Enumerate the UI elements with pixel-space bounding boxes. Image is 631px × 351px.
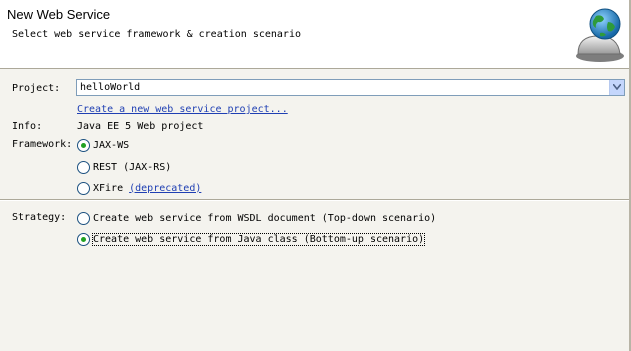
framework-option-label: JAX-WS	[93, 139, 130, 151]
radio-button[interactable]	[77, 211, 90, 225]
framework-label: Framework:	[12, 139, 73, 150]
framework-option-jax-ws[interactable]: JAX-WS	[77, 138, 129, 152]
wizard-content: Project: helloWorld Create a new web ser…	[0, 69, 631, 351]
deprecated-link[interactable]: (deprecated)	[129, 183, 201, 194]
strategy-label: Strategy:	[12, 212, 67, 223]
project-value: helloWorld	[80, 82, 141, 93]
strategy-option-label: Create web service from WSDL document (T…	[93, 212, 437, 224]
framework-option-label: REST (JAX-RS)	[93, 161, 172, 173]
info-value: Java EE 5 Web project	[77, 121, 204, 132]
wizard-description: Select web service framework & creation …	[12, 29, 301, 40]
strategy-option-bottom-up[interactable]: Create web service from Java class (Bott…	[77, 232, 426, 246]
strategy-option-label: Create web service from Java class (Bott…	[91, 232, 426, 246]
project-label: Project:	[12, 83, 61, 94]
wizard-title: New Web Service	[7, 7, 111, 22]
framework-option-label: XFire	[93, 182, 124, 194]
framework-option-xfire[interactable]: XFire (deprecated)	[77, 181, 201, 195]
radio-button[interactable]	[77, 232, 90, 246]
radio-button[interactable]	[77, 160, 90, 174]
chevron-down-icon	[613, 84, 621, 90]
project-combo[interactable]: helloWorld	[76, 79, 625, 96]
globe-bell-icon	[576, 8, 624, 62]
radio-button[interactable]	[77, 138, 90, 152]
radio-button[interactable]	[77, 181, 90, 195]
create-project-link[interactable]: Create a new web service project...	[77, 104, 288, 115]
framework-option-rest[interactable]: REST (JAX-RS)	[77, 160, 171, 174]
separator	[0, 199, 631, 201]
dropdown-button[interactable]	[609, 80, 624, 95]
info-label: Info:	[12, 121, 43, 132]
wizard-header: New Web Service Select web service frame…	[0, 0, 631, 69]
strategy-option-top-down[interactable]: Create web service from WSDL document (T…	[77, 211, 436, 225]
